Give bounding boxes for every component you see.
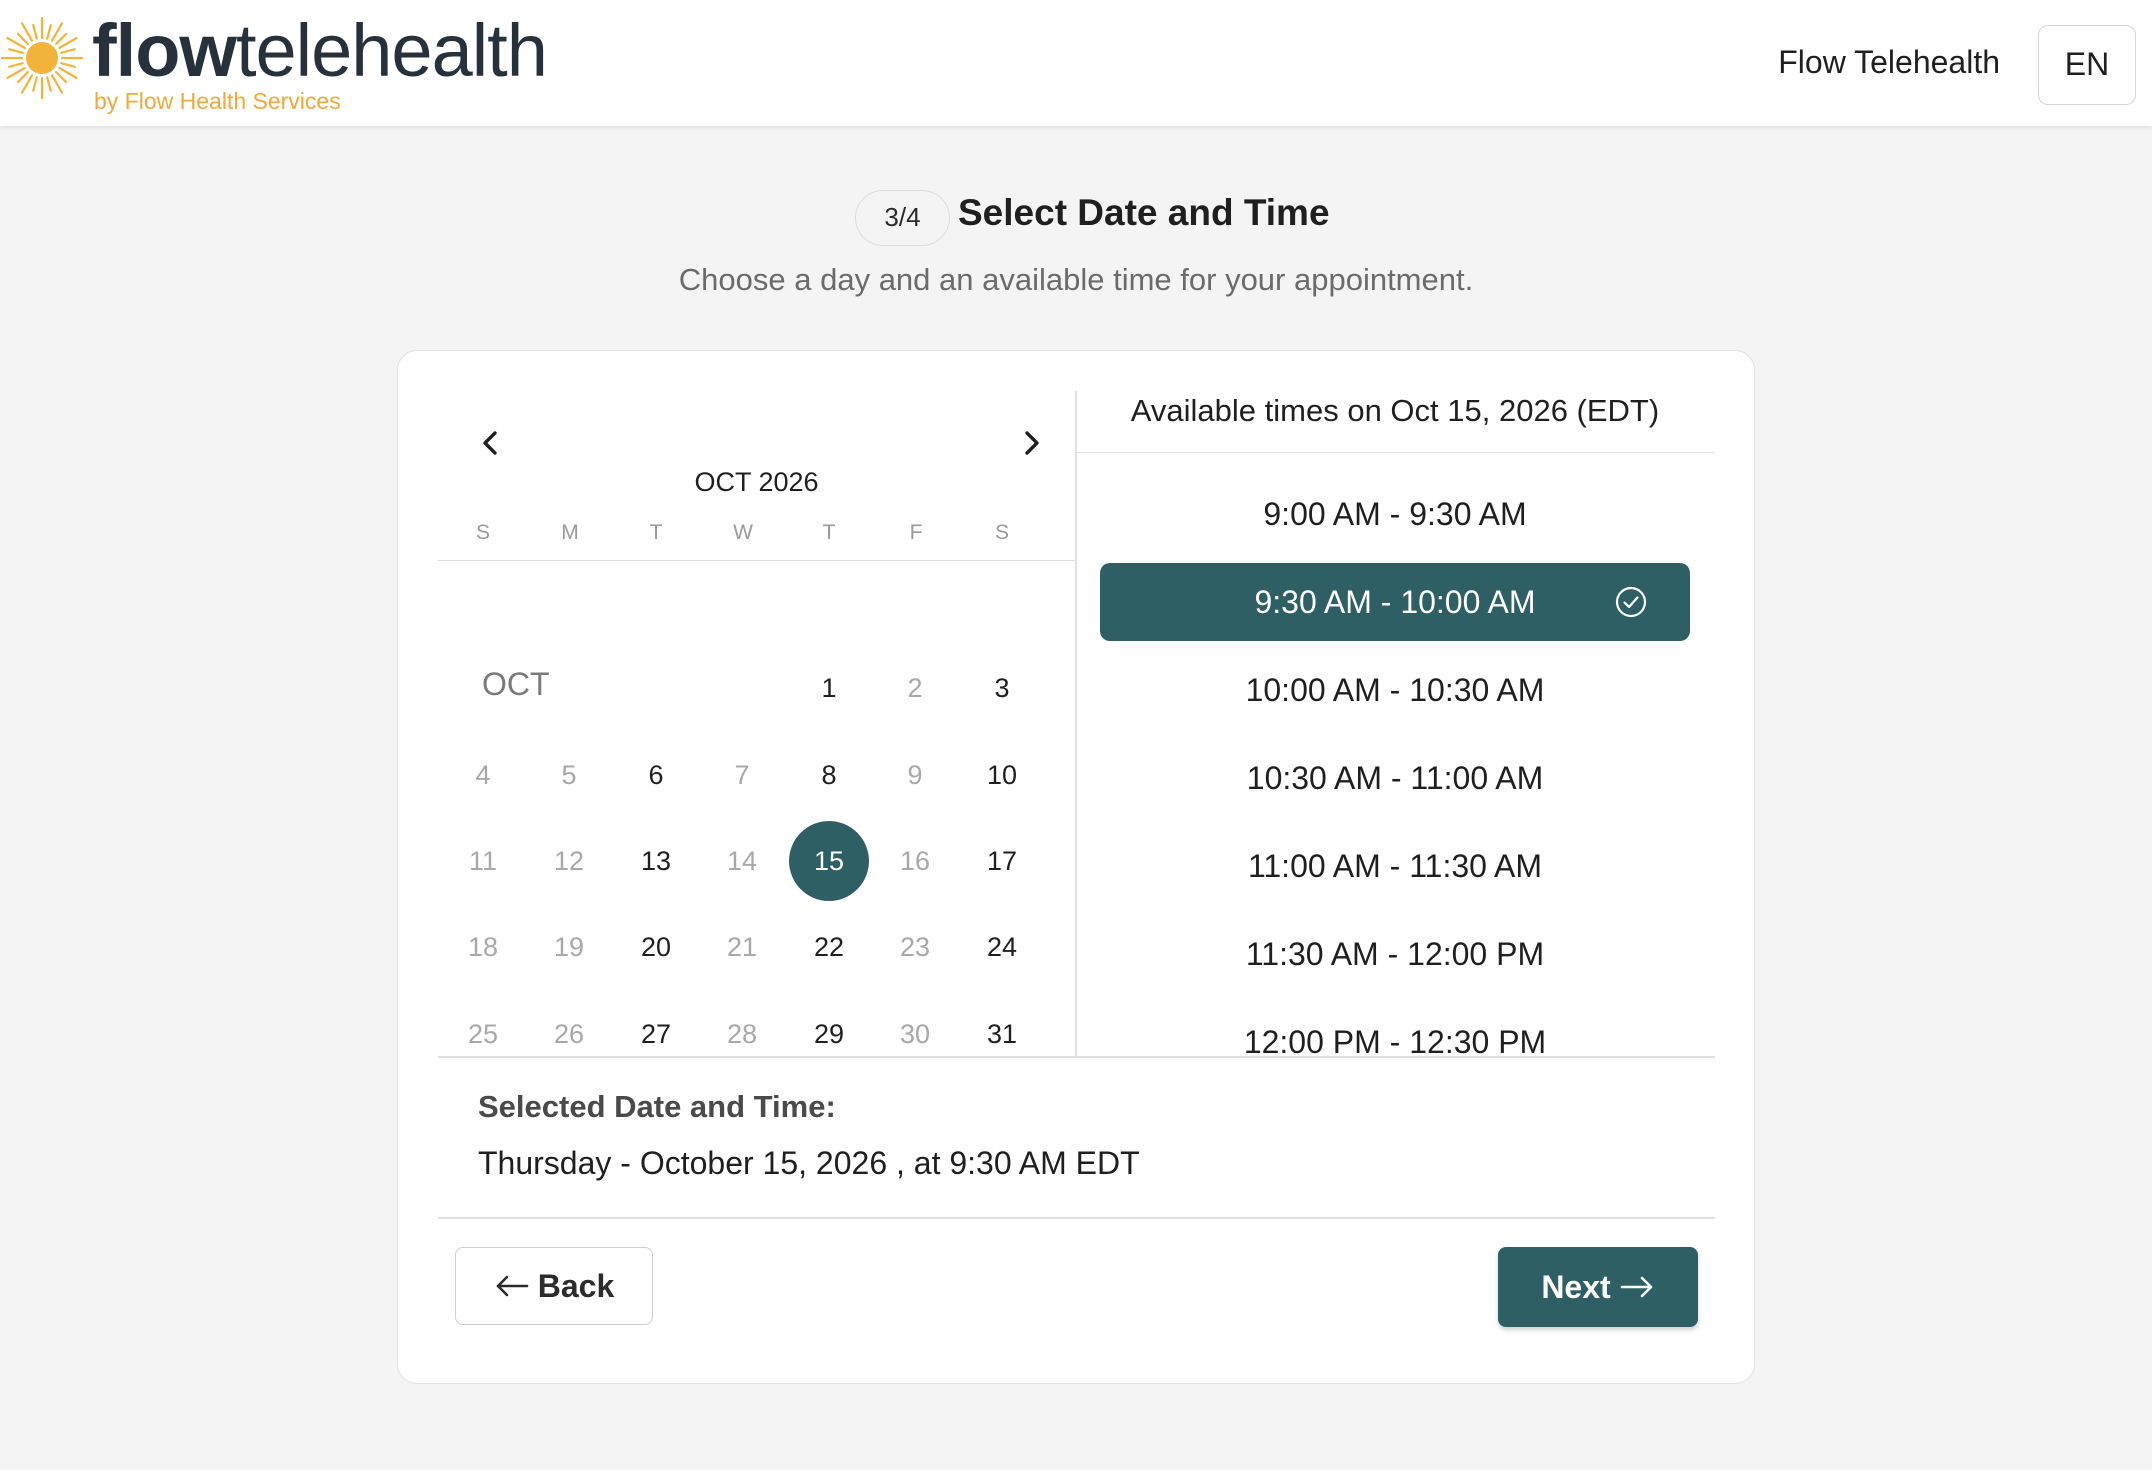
- divider: [438, 1056, 1715, 1058]
- time-slots-panel: Available times on Oct 15, 2026 (EDT) 9:…: [1076, 391, 1714, 1056]
- app-header: flowtelehealth by Flow Health Services F…: [0, 0, 2152, 126]
- calendar-day: 26: [553, 1019, 585, 1049]
- weekday-label: S: [994, 521, 1009, 544]
- calendar-day: 30: [899, 1019, 931, 1049]
- time-slot-label: 10:30 AM - 11:00 AM: [1246, 760, 1544, 796]
- calendar-day: 16: [899, 846, 931, 876]
- time-slot-label: 11:30 AM - 12:00 PM: [1245, 936, 1545, 972]
- available-times-header: Available times on Oct 15, 2026 (EDT): [1076, 391, 1714, 453]
- calendar-day: 28: [726, 1019, 758, 1049]
- arrow-left-icon: [496, 1275, 529, 1297]
- calendar-day: 4: [475, 760, 491, 790]
- calendar-day[interactable]: 22: [789, 907, 869, 987]
- calendar-day[interactable]: 8: [789, 735, 869, 815]
- logo-tagline: by Flow Health Services: [94, 88, 341, 114]
- calendar-day[interactable]: 3: [962, 648, 1042, 728]
- calendar-day: 11: [468, 846, 498, 876]
- calendar-day: 14: [726, 846, 758, 876]
- calendar-day: 21: [726, 932, 758, 962]
- time-slot[interactable]: 11:30 AM - 12:00 PM: [1100, 915, 1690, 993]
- page-title: Select Date and Time: [958, 192, 1330, 233]
- calendar-month-label: OCT 2026: [694, 467, 819, 497]
- calendar-day: 9: [907, 760, 923, 790]
- language-selector-button[interactable]: EN: [2038, 25, 2136, 105]
- flow-telehealth-logo[interactable]: flowtelehealth by Flow Health Services: [0, 8, 600, 120]
- weekday-label: S: [475, 521, 490, 544]
- page-subtitle: Choose a day and an available time for y…: [678, 262, 1474, 297]
- weekday-label: F: [909, 521, 923, 544]
- calendar-day: 23: [899, 932, 931, 962]
- chevron-left-icon[interactable]: [468, 421, 512, 465]
- time-slot-label: 12:00 PM - 12:30 PM: [1243, 1024, 1547, 1056]
- calendar-day[interactable]: 27: [616, 994, 696, 1074]
- chevron-right-icon[interactable]: [1010, 421, 1054, 465]
- calendar-day: 12: [553, 846, 585, 876]
- calendar-day[interactable]: 10: [962, 735, 1042, 815]
- time-slot-label: 11:00 AM - 11:30 AM: [1247, 848, 1543, 884]
- divider: [438, 1217, 1715, 1219]
- calendar-day[interactable]: 17: [962, 821, 1042, 901]
- flow-telehealth-link[interactable]: Flow Telehealth: [1740, 44, 2000, 84]
- calendar-day: 7: [734, 760, 750, 790]
- weekday-label: T: [822, 521, 836, 544]
- calendar-day[interactable]: 13: [616, 821, 696, 901]
- back-button-label: Back: [537, 1267, 615, 1304]
- time-slot-selected[interactable]: 9:30 AM - 10:00 AM: [1100, 563, 1690, 641]
- calendar-day[interactable]: 1: [789, 648, 869, 728]
- step-indicator: 3/4: [855, 190, 950, 246]
- time-slot[interactable]: 9:00 AM - 9:30 AM: [1100, 475, 1690, 553]
- time-slot-label: 9:00 AM - 9:30 AM: [1263, 496, 1527, 532]
- time-slot-label: 9:30 AM - 10:00 AM: [1254, 584, 1536, 620]
- weekday-header: SMTWTFS: [438, 521, 1075, 561]
- arrow-right-icon: [1620, 1276, 1652, 1298]
- calendar-day[interactable]: 29: [789, 994, 869, 1074]
- weekday-label: W: [733, 521, 753, 544]
- back-button[interactable]: Back: [455, 1247, 653, 1325]
- time-slot[interactable]: 10:30 AM - 11:00 AM: [1100, 739, 1690, 817]
- calendar-day[interactable]: 31: [962, 994, 1042, 1074]
- calendar-day[interactable]: 20: [616, 907, 696, 987]
- calendar-day: 18: [467, 932, 499, 962]
- scheduler-card: OCT 2026 SMTWTFS OCT 1 2 3 4 5 6 7 8 9 10 11 12 13 14 1…: [397, 350, 1755, 1384]
- calendar: OCT 2026 SMTWTFS OCT 1 2 3 4 5 6 7 8 9 10 11 12 13 14 1…: [438, 391, 1075, 1056]
- weekday-label: M: [561, 521, 579, 544]
- calendar-day[interactable]: 6: [616, 735, 696, 815]
- calendar-day: 5: [561, 760, 577, 790]
- time-slot[interactable]: 11:00 AM - 11:30 AM: [1100, 827, 1690, 905]
- time-slot-label: 10:00 AM - 10:30 AM: [1245, 672, 1545, 708]
- logo-wordmark: flowtelehealth: [92, 9, 548, 92]
- calendar-day: 2: [907, 673, 923, 703]
- weekday-label: T: [649, 521, 663, 544]
- calendar-day: 25: [467, 1019, 499, 1049]
- selected-datetime-label: Selected Date and Time:: [478, 1089, 836, 1124]
- next-button-label: Next: [1541, 1268, 1611, 1305]
- calendar-day[interactable]: 24: [962, 907, 1042, 987]
- check-circle-icon: [1615, 586, 1647, 618]
- time-slot[interactable]: 12:00 PM - 12:30 PM: [1100, 1003, 1690, 1056]
- calendar-day-selected[interactable]: 15: [789, 821, 869, 901]
- selected-datetime-value: Thursday - October 15, 2026 , at 9:30 AM…: [478, 1145, 1140, 1181]
- calendar-month-marker: OCT: [482, 666, 550, 702]
- time-slot[interactable]: 10:00 AM - 10:30 AM: [1100, 651, 1690, 729]
- next-button[interactable]: Next: [1498, 1247, 1698, 1327]
- calendar-day: 19: [553, 932, 585, 962]
- sun-logo-icon: [0, 16, 84, 100]
